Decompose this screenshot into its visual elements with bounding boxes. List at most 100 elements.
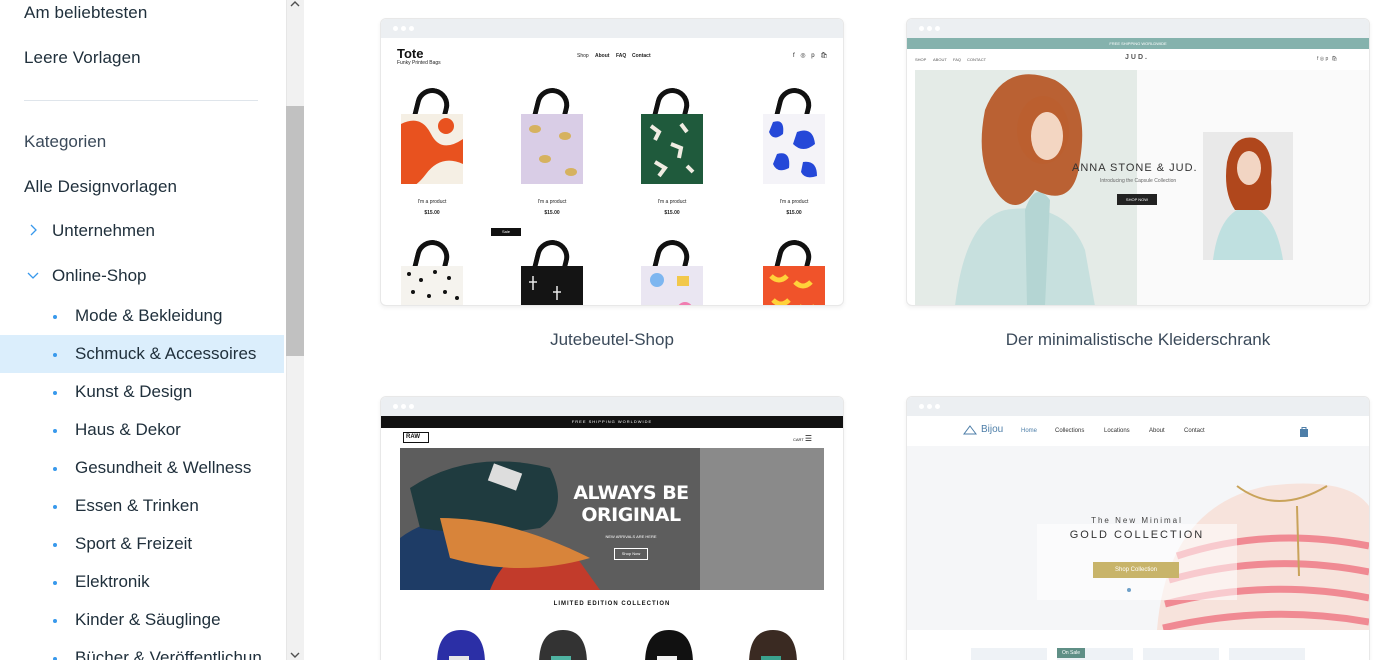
subcategory-label: Schmuck & Accessoires bbox=[75, 344, 257, 363]
subcategory-item[interactable]: Essen & Trinken bbox=[0, 487, 284, 525]
browser-chrome bbox=[381, 397, 843, 416]
bag-product-image bbox=[641, 84, 703, 184]
section-heading: LIMITED EDITION COLLECTION bbox=[553, 601, 671, 607]
template-gallery-page: Am beliebtesten Leere Vorlagen Kategorie… bbox=[0, 0, 1400, 660]
subcategory-item[interactable]: Haus & Dekor bbox=[0, 411, 284, 449]
product-name: I'm a product bbox=[537, 199, 567, 205]
product-name: I'm a product bbox=[779, 199, 809, 205]
bag-product-image bbox=[641, 236, 703, 305]
template-title[interactable]: Der minimalistische Kleiderschrank bbox=[906, 330, 1370, 350]
category-unternehmen[interactable]: Unternehmen bbox=[52, 221, 155, 241]
preview-menu-item: Contact bbox=[632, 53, 651, 59]
preview-logo: Bijou bbox=[981, 424, 1004, 435]
subcategory-label: Haus & Dekor bbox=[75, 420, 181, 439]
product-name: I'm a product bbox=[417, 199, 447, 205]
bag-product-image bbox=[763, 84, 825, 184]
hero-subline: NEW ARRIVALS ARE HERE bbox=[605, 534, 657, 539]
subcategory-item[interactable]: Gesundheit & Wellness bbox=[0, 449, 284, 487]
product-price: $15.00 bbox=[424, 210, 440, 216]
bag-product-image bbox=[521, 236, 583, 305]
bullet-icon bbox=[53, 429, 57, 433]
bag-product-image bbox=[401, 84, 463, 184]
template-preview[interactable]: FREE SHIPPING WORLDWIDE SHOP ABOUT FAQ C… bbox=[906, 18, 1370, 306]
sale-badge: Sale bbox=[491, 228, 521, 236]
shop-now-button: Shop Now bbox=[614, 548, 648, 560]
subcategory-item[interactable]: Sport & Freizeit bbox=[0, 525, 284, 563]
subcategory-label: Sport & Freizeit bbox=[75, 534, 193, 553]
bullet-icon bbox=[53, 467, 57, 471]
hero-small-heading: The New Minimal bbox=[1091, 516, 1183, 525]
sidebar-divider bbox=[24, 100, 258, 101]
preview-logo: JUD. bbox=[1125, 54, 1149, 61]
preview-menu-item: About bbox=[1149, 428, 1165, 434]
preview-menu-item: Home bbox=[1021, 428, 1038, 434]
subcategory-label: Bücher & Veröffentlichun bbox=[75, 648, 262, 660]
cap-product-image bbox=[645, 630, 693, 660]
sidebar-link-blank-templates[interactable]: Leere Vorlagen bbox=[24, 48, 141, 68]
preview-social-icons: f ◎ p 🛍 bbox=[793, 53, 830, 59]
product-price: $15.00 bbox=[664, 210, 680, 216]
bullet-icon bbox=[53, 581, 57, 585]
hero-subline: Introducing the Capsule Collection bbox=[1100, 178, 1177, 184]
scrollbar-thumb[interactable] bbox=[286, 106, 304, 356]
preview-menu-item: CONTACT bbox=[967, 57, 987, 62]
browser-chrome bbox=[907, 19, 1369, 38]
on-sale-badge: On Sale bbox=[1057, 648, 1085, 658]
carousel-dot bbox=[1127, 588, 1131, 592]
hero-model-image bbox=[915, 70, 1137, 305]
preview-tagline: Funky Printed Bags bbox=[397, 60, 441, 66]
sidebar-link-all-templates[interactable]: Alle Designvorlagen bbox=[24, 177, 177, 197]
bijou-logo-icon bbox=[963, 425, 977, 435]
bullet-icon bbox=[53, 353, 57, 357]
cap-product-image bbox=[539, 630, 587, 660]
chevron-down-icon[interactable] bbox=[26, 268, 40, 282]
subcategory-item[interactable]: Kinder & Säuglinge bbox=[0, 601, 284, 639]
sidebar-heading-categories: Kategorien bbox=[24, 132, 107, 151]
subcategory-item[interactable]: Mode & Bekleidung bbox=[0, 297, 284, 335]
preview-menu-item: FAQ bbox=[616, 53, 627, 59]
product-thumbnail bbox=[1229, 648, 1305, 660]
subcategory-label: Kinder & Säuglinge bbox=[75, 610, 221, 629]
template-preview[interactable]: Bijou Home Collections Locations About C… bbox=[906, 396, 1370, 660]
cart-label: CART bbox=[793, 437, 804, 442]
scroll-down-arrow-icon[interactable] bbox=[286, 650, 304, 660]
secondary-model-image bbox=[1203, 132, 1293, 260]
shopping-bag-icon bbox=[1300, 427, 1308, 437]
preview-menu-item: Shop bbox=[577, 53, 589, 59]
hero-big-heading: GOLD COLLECTION bbox=[1069, 529, 1205, 541]
browser-chrome bbox=[907, 397, 1369, 416]
hero-headline: ALWAYS BE ORIGINAL bbox=[573, 482, 689, 526]
bullet-icon bbox=[53, 315, 57, 319]
category-online-shop[interactable]: Online-Shop bbox=[52, 266, 147, 286]
bullet-icon bbox=[53, 543, 57, 547]
shop-now-button: SHOP NOW bbox=[1117, 194, 1157, 205]
preview-banner: FREE SHIPPING WORLDWIDE bbox=[907, 38, 1369, 49]
hero-headline: ANNA STONE & JUD. bbox=[1072, 162, 1198, 174]
subcategory-item[interactable]: Kunst & Design bbox=[0, 373, 284, 411]
bag-product-image bbox=[521, 84, 583, 184]
template-title[interactable]: Jutebeutel-Shop bbox=[380, 330, 844, 350]
chevron-right-icon[interactable] bbox=[26, 223, 40, 237]
product-price: $15.00 bbox=[786, 210, 802, 216]
product-name: I'm a product bbox=[657, 199, 687, 205]
subcategory-label: Mode & Bekleidung bbox=[75, 306, 223, 325]
product-price: $15.00 bbox=[544, 210, 560, 216]
preview-logo: Tote bbox=[397, 46, 424, 61]
template-preview[interactable]: Tote Funky Printed Bags Shop About FAQ C… bbox=[380, 18, 844, 306]
bag-product-image bbox=[763, 236, 825, 305]
bullet-icon bbox=[53, 619, 57, 623]
preview-menu-item: SHOP bbox=[915, 57, 927, 62]
product-thumbnail bbox=[971, 648, 1047, 660]
subcategory-item[interactable]: Elektronik bbox=[0, 563, 284, 601]
sidebar-link-most-popular[interactable]: Am beliebtesten bbox=[24, 3, 147, 23]
menu-icon: ☰ bbox=[804, 434, 813, 443]
preview-social-icons: f ◎ p 🛍 bbox=[1317, 56, 1338, 62]
subcategory-item[interactable]: Bücher & Veröffentlichun bbox=[0, 639, 284, 660]
scroll-up-arrow-icon[interactable] bbox=[286, 0, 304, 12]
preview-menu-item: Locations bbox=[1104, 428, 1130, 434]
subcategory-label: Kunst & Design bbox=[75, 382, 193, 401]
subcategory-item[interactable]: Schmuck & Accessoires bbox=[0, 335, 284, 373]
bullet-icon bbox=[53, 391, 57, 395]
preview-menu-item: Contact bbox=[1184, 428, 1205, 434]
template-preview[interactable]: FREE SHIPPING WORLDWIDE RAW CART ☰ ALWAY… bbox=[380, 396, 844, 660]
